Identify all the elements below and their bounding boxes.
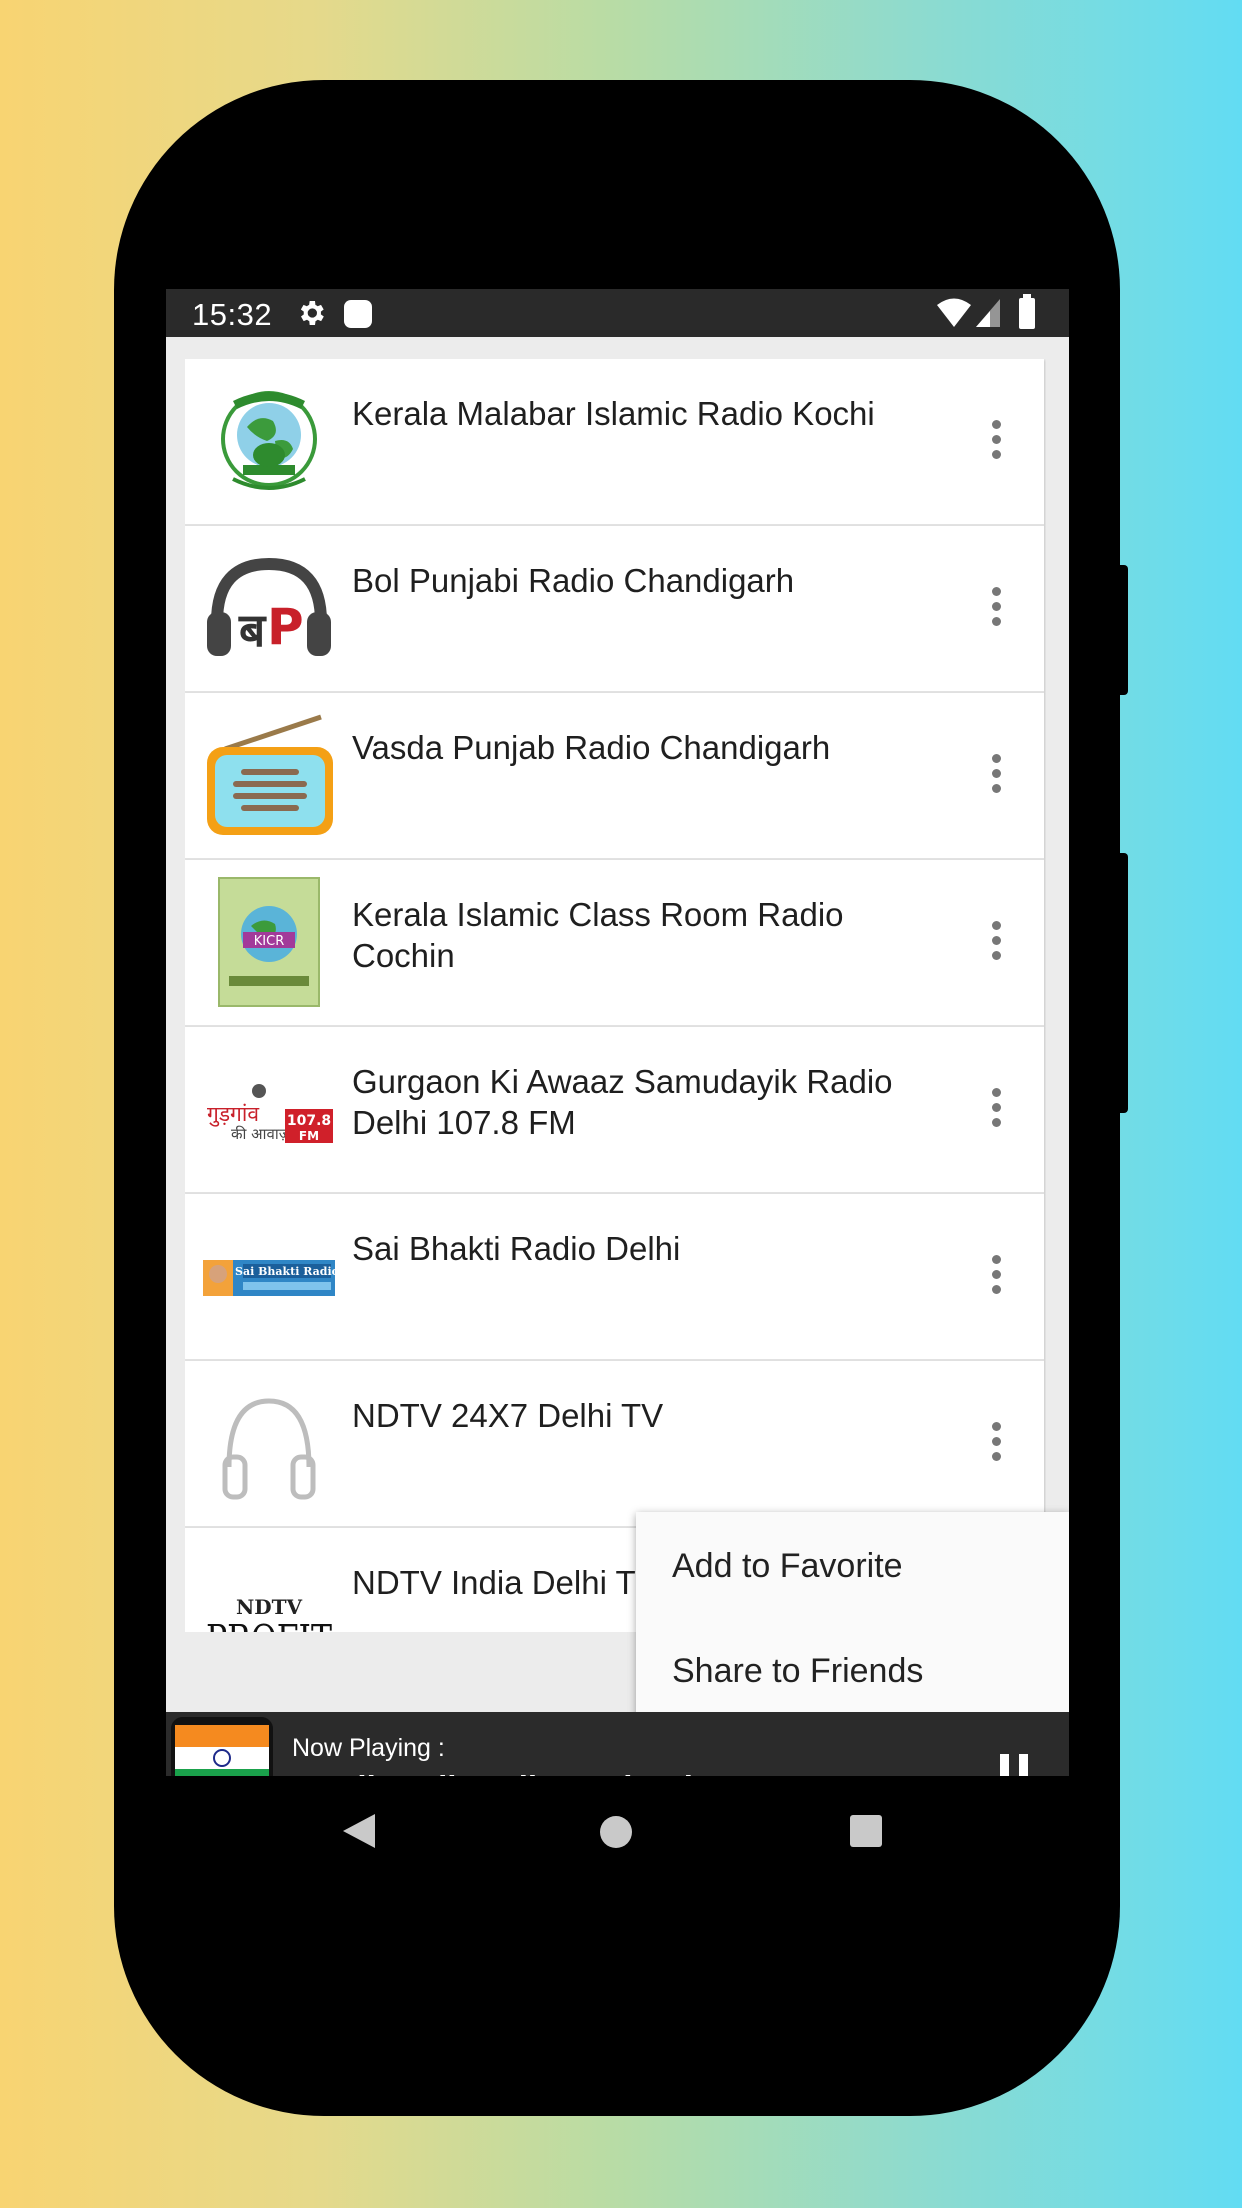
- ndtv-profit-logo: NDTV PROFIT: [206, 1595, 332, 1632]
- more-options-icon[interactable]: [986, 1417, 1006, 1467]
- list-item[interactable]: Kerala Malabar Islamic Radio Kochi: [185, 359, 1044, 526]
- kicr-logo: KICR: [218, 877, 320, 1007]
- navigation-bar: [166, 1776, 1069, 1885]
- more-options-icon[interactable]: [986, 1083, 1006, 1133]
- station-name: Vasda Punjab Radio Chandigarh: [352, 729, 831, 766]
- share-to-friends-menu-item[interactable]: Share to Friends: [672, 1652, 923, 1691]
- list-item[interactable]: Vasda Punjab Radio Chandigarh: [185, 693, 1044, 860]
- more-options-icon[interactable]: [986, 1250, 1006, 1300]
- list-item[interactable]: NDTV 24X7 Delhi TV: [185, 1361, 1044, 1528]
- svg-text:गुड़गांव: गुड़गांव: [207, 1102, 259, 1127]
- more-options-icon[interactable]: [986, 916, 1006, 966]
- add-to-favorite-menu-item[interactable]: Add to Favorite: [672, 1547, 903, 1586]
- headphones-placeholder-logo: [222, 1398, 316, 1500]
- context-menu: Add to Favorite Share to Friends: [636, 1512, 1069, 1722]
- station-name: Gurgaon Ki Awaaz Samudayik Radio Delhi 1…: [352, 1063, 893, 1141]
- volume-button: [1116, 853, 1128, 1113]
- notification-square-icon: [344, 300, 372, 328]
- svg-text:107.8: 107.8: [287, 1113, 331, 1129]
- device-screen: 15:32 Kerala Malabar Islamic Radio Kochi…: [166, 289, 1069, 1885]
- power-button: [1116, 565, 1128, 695]
- status-time: 15:32: [192, 297, 273, 332]
- list-item[interactable]: Sai Bhakti Radio Sai Bhakti Radio Delhi: [185, 1194, 1044, 1361]
- recents-icon[interactable]: [849, 1814, 883, 1848]
- globe-mosque-logo: [221, 391, 317, 490]
- list-item[interactable]: गुड़गांव की आवाज़ 107.8 FM Gurgaon Ki Aw…: [185, 1027, 1044, 1194]
- headphones-bp-logo: ब P: [207, 557, 331, 657]
- wifi-icon: [937, 298, 971, 327]
- svg-text:KICR: KICR: [254, 934, 284, 949]
- back-icon[interactable]: [341, 1812, 377, 1850]
- svg-text:की आवाज़: की आवाज़: [231, 1125, 291, 1143]
- home-icon[interactable]: [598, 1814, 634, 1850]
- more-options-icon[interactable]: [986, 749, 1006, 799]
- station-list[interactable]: Kerala Malabar Islamic Radio Kochi ब P B…: [185, 359, 1046, 1632]
- status-bar: 15:32: [166, 289, 1069, 337]
- station-name: Kerala Malabar Islamic Radio Kochi: [352, 395, 875, 432]
- svg-text:PROFIT: PROFIT: [206, 1617, 332, 1632]
- list-item[interactable]: ब P Bol Punjabi Radio Chandigarh: [185, 526, 1044, 693]
- gurgaon-ki-awaaz-logo: गुड़गांव की आवाज़ 107.8 FM: [207, 1084, 333, 1143]
- station-name: Kerala Islamic Class Room Radio Cochin: [352, 896, 844, 974]
- retro-radio-logo: [207, 714, 333, 835]
- signal-icon: [976, 299, 1000, 327]
- battery-icon: [1019, 294, 1035, 329]
- list-item[interactable]: KICR Kerala Islamic Class Room Radio Coc…: [185, 860, 1044, 1027]
- station-name: NDTV 24X7 Delhi TV: [352, 1397, 664, 1434]
- gear-icon: [300, 301, 324, 325]
- svg-text:FM: FM: [299, 1129, 319, 1143]
- svg-text:ब: ब: [238, 603, 267, 657]
- station-list-screen: Kerala Malabar Islamic Radio Kochi ब P B…: [166, 337, 1069, 1824]
- now-playing-label: Now Playing :: [292, 1734, 445, 1762]
- station-name: Bol Punjabi Radio Chandigarh: [352, 562, 795, 599]
- svg-text:P: P: [267, 598, 304, 656]
- more-options-icon[interactable]: [986, 415, 1006, 465]
- sai-bhakti-logo: Sai Bhakti Radio: [203, 1260, 335, 1296]
- svg-text:NDTV: NDTV: [236, 1595, 303, 1619]
- station-name: Sai Bhakti Radio Delhi: [352, 1230, 681, 1267]
- svg-text:Sai Bhakti Radio: Sai Bhakti Radio: [235, 1265, 335, 1278]
- more-options-icon[interactable]: [986, 582, 1006, 632]
